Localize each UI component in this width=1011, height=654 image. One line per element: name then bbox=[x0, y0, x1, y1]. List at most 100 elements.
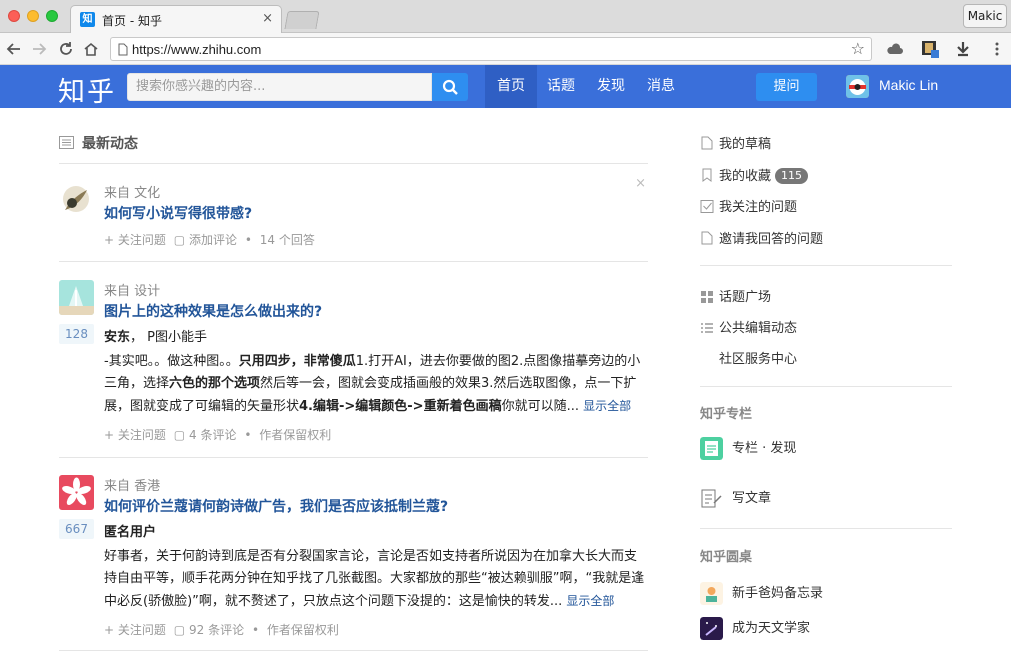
roundtable-new-parents-link[interactable]: 新手爸妈备忘录 bbox=[700, 582, 823, 605]
nav-topics[interactable]: 话题 bbox=[535, 65, 587, 108]
answer-author: 安东， P图小能手 bbox=[104, 326, 207, 345]
topic-avatar-design[interactable] bbox=[59, 280, 94, 315]
answer-excerpt[interactable]: -其实吧。。做这种图。。只用四步，非常傻瓜1.打开AI，进去你要做的图2.点图像… bbox=[104, 351, 646, 418]
forward-arrow-icon[interactable] bbox=[30, 40, 48, 58]
copyright-notice: 作者保留权利 bbox=[259, 428, 332, 442]
answer-count-link[interactable]: 14 个回答 bbox=[260, 233, 315, 247]
meta-separator: • bbox=[244, 233, 252, 247]
window-minimize-button[interactable] bbox=[27, 10, 39, 22]
item-meta: + 关注问题 ▢ 92 条评论 • 作者保留权利 bbox=[104, 621, 343, 638]
vote-count[interactable]: 128 bbox=[59, 324, 94, 344]
item-divider bbox=[59, 261, 648, 262]
author-name[interactable]: 匿名用户 bbox=[104, 525, 156, 540]
sidebar-item-drafts[interactable]: 我的草稿 bbox=[700, 133, 771, 152]
search-input[interactable]: 搜索你感兴趣的内容... bbox=[127, 73, 432, 101]
vote-count[interactable]: 667 bbox=[59, 519, 94, 539]
sidebar-item-public-edits[interactable]: 公共编辑动态 bbox=[700, 317, 797, 336]
add-comment-link[interactable]: 添加评论 bbox=[189, 233, 237, 247]
sidebar-item-topic-square[interactable]: 话题广场 bbox=[700, 286, 771, 305]
follow-question-link[interactable]: + 关注问题 bbox=[104, 623, 166, 637]
nav-messages[interactable]: 消息 bbox=[635, 65, 687, 108]
avatar-image-icon bbox=[846, 75, 869, 98]
user-avatar[interactable] bbox=[846, 75, 869, 98]
show-all-link[interactable]: 显示全部 bbox=[566, 594, 614, 608]
back-arrow-icon[interactable] bbox=[5, 40, 23, 58]
window-close-button[interactable] bbox=[8, 10, 20, 22]
follow-question-link[interactable]: + 关注问题 bbox=[104, 233, 166, 247]
search-icon bbox=[442, 79, 458, 95]
question-title[interactable]: 如何评价兰蔻请何韵诗做广告，我们是否应该抵制兰蔻? bbox=[104, 496, 448, 516]
sidebar-divider bbox=[700, 528, 952, 529]
item-divider bbox=[59, 457, 648, 458]
browser-profile-button[interactable]: Makic bbox=[963, 4, 1007, 28]
zhihu-favicon-icon: 知 bbox=[80, 12, 95, 27]
zhihu-logo[interactable]: 知乎 bbox=[58, 70, 116, 109]
roundtable-heading: 知乎圆桌 bbox=[700, 550, 753, 565]
extension-badge-icon[interactable] bbox=[921, 40, 939, 58]
answer-excerpt[interactable]: 好事者，关于何韵诗到底是否有分裂国家言论，言论是否如支持者所说因为在加拿大长大而… bbox=[104, 546, 646, 613]
sidebar-item-community-service[interactable]: 社区服务中心 bbox=[700, 348, 797, 367]
search-button[interactable] bbox=[432, 73, 468, 101]
sidebar-item-invitations[interactable]: 邀请我回答的问题 bbox=[700, 228, 823, 247]
user-name[interactable]: Makic Lin bbox=[879, 77, 938, 93]
topic-avatar-culture[interactable] bbox=[59, 182, 94, 217]
follow-question-link[interactable]: + 关注问题 bbox=[104, 428, 166, 442]
feed-item: 来自 设计 图片上的这种效果是怎么做出来的? 128 安东， P图小能手 -其实… bbox=[59, 280, 648, 460]
browser-tab-bar: 知 首页 - 知乎 × Makic bbox=[0, 0, 1011, 34]
address-bar[interactable]: https://www.zhihu.com ☆ bbox=[110, 37, 872, 61]
list-icon bbox=[701, 323, 713, 333]
reload-icon[interactable] bbox=[57, 40, 75, 58]
meta-separator: • bbox=[251, 623, 260, 637]
comments-link[interactable]: 4 条评论 bbox=[189, 428, 236, 442]
ask-question-button[interactable]: 提问 bbox=[756, 73, 817, 101]
grid-icon bbox=[701, 291, 713, 303]
sidebar-item-followed-questions[interactable]: 我关注的问题 bbox=[700, 196, 797, 215]
checkbox-icon bbox=[700, 200, 714, 213]
item-source[interactable]: 来自 文化 bbox=[104, 182, 160, 201]
show-all-link[interactable]: 显示全部 bbox=[583, 399, 631, 413]
new-tab-button[interactable] bbox=[284, 11, 320, 29]
nav-explore[interactable]: 发现 bbox=[585, 65, 637, 108]
home-icon[interactable] bbox=[82, 40, 100, 58]
download-icon[interactable] bbox=[954, 40, 972, 58]
item-source[interactable]: 来自 设计 bbox=[104, 280, 160, 299]
bookmark-icon bbox=[702, 168, 712, 182]
astronomer-icon bbox=[700, 617, 723, 640]
author-bio: ， P图小能手 bbox=[130, 330, 207, 345]
comments-link[interactable]: 92 条评论 bbox=[189, 623, 244, 637]
column-heading: 知乎专栏 bbox=[700, 407, 753, 422]
sidebar-item-collections[interactable]: 我的收藏 115 bbox=[700, 165, 809, 184]
tab-close-icon[interactable]: × bbox=[262, 11, 273, 26]
comment-icon: ▢ bbox=[173, 623, 186, 637]
hongkong-topic-icon bbox=[59, 475, 94, 510]
page-info-icon[interactable] bbox=[118, 43, 128, 56]
roundtable-astronomer-link[interactable]: 成为天文学家 bbox=[700, 617, 810, 640]
item-source[interactable]: 来自 香港 bbox=[104, 475, 160, 494]
question-title[interactable]: 如何写小说写得很带感? bbox=[104, 203, 252, 223]
url-text[interactable]: https://www.zhihu.com bbox=[132, 42, 261, 57]
bookmark-star-icon[interactable]: ☆ bbox=[851, 39, 865, 58]
site-header: 知乎 搜索你感兴趣的内容... 首页 话题 发现 消息 提问 Makic Lin bbox=[0, 65, 1011, 108]
sidebar-divider bbox=[700, 265, 952, 266]
sidebar-divider bbox=[700, 386, 952, 387]
author-name[interactable]: 安东 bbox=[104, 330, 130, 345]
cloud-extension-icon[interactable] bbox=[886, 40, 904, 58]
tab-title: 首页 - 知乎 bbox=[102, 14, 162, 28]
browser-menu-icon[interactable] bbox=[988, 40, 1006, 58]
copyright-notice: 作者保留权利 bbox=[266, 623, 339, 637]
invite-icon bbox=[701, 231, 713, 245]
question-title[interactable]: 图片上的这种效果是怎么做出来的? bbox=[104, 301, 322, 321]
culture-topic-icon bbox=[59, 182, 94, 217]
comment-icon: ▢ bbox=[173, 428, 186, 442]
topic-avatar-hongkong[interactable] bbox=[59, 475, 94, 510]
item-meta: + 关注问题 ▢ 添加评论 • 14 个回答 bbox=[104, 231, 319, 248]
dismiss-icon[interactable]: × bbox=[635, 176, 646, 191]
nav-home[interactable]: 首页 bbox=[485, 65, 537, 108]
column-explore-link[interactable]: 专栏 · 发现 bbox=[700, 437, 796, 460]
draft-icon bbox=[701, 136, 713, 150]
browser-tab-active[interactable]: 知 首页 - 知乎 × bbox=[70, 5, 282, 34]
window-zoom-button[interactable] bbox=[46, 10, 58, 22]
answer-author: 匿名用户 bbox=[104, 521, 156, 540]
item-meta: + 关注问题 ▢ 4 条评论 • 作者保留权利 bbox=[104, 426, 335, 443]
write-article-link[interactable]: 写文章 bbox=[700, 487, 771, 510]
